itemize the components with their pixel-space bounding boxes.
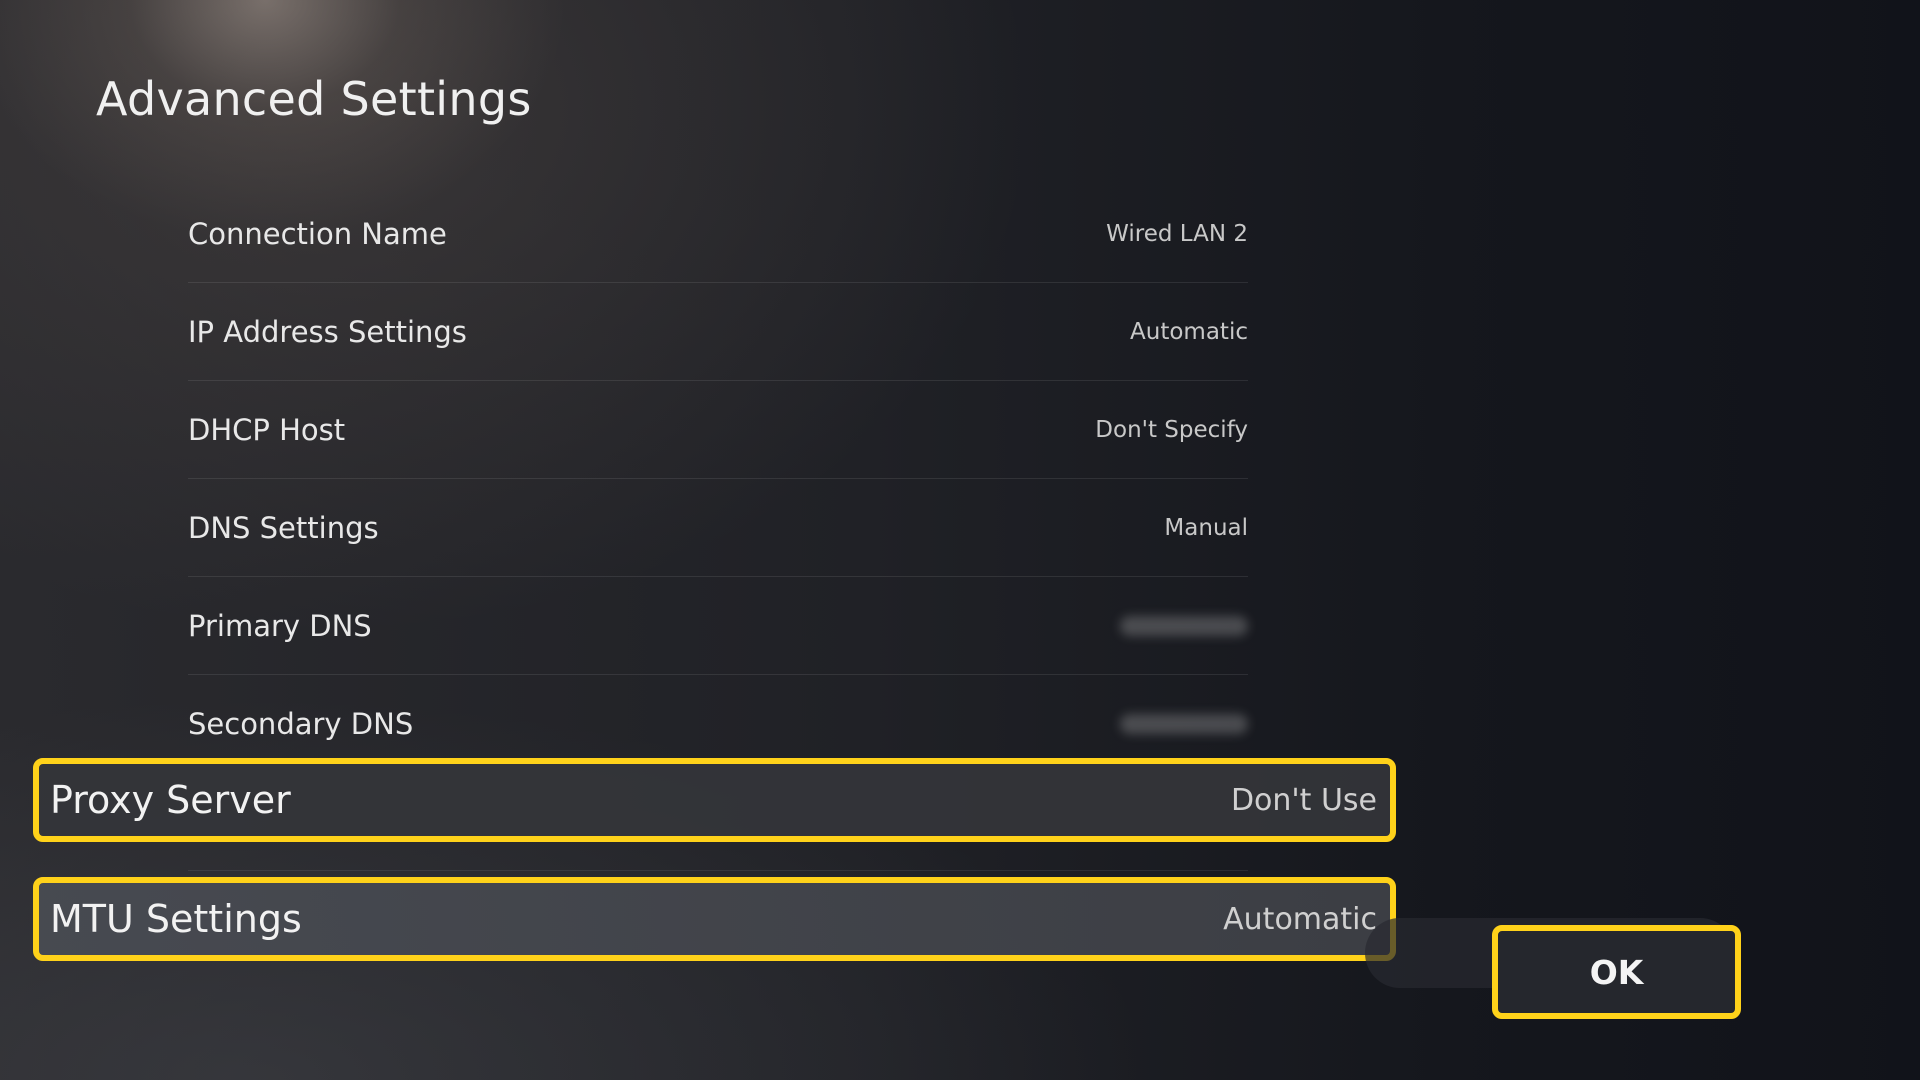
setting-row-primary-dns[interactable]: Primary DNS bbox=[188, 577, 1248, 675]
ok-button-label: OK bbox=[1589, 952, 1644, 992]
setting-label: DNS Settings bbox=[188, 510, 379, 545]
setting-value: Automatic bbox=[1223, 901, 1377, 937]
setting-value: Manual bbox=[1164, 514, 1248, 541]
setting-value: Don't Use bbox=[1230, 782, 1377, 818]
setting-value: Don't Specify bbox=[1095, 416, 1248, 443]
page-title: Advanced Settings bbox=[96, 72, 532, 126]
setting-label: Secondary DNS bbox=[188, 706, 414, 741]
setting-label: MTU Settings bbox=[50, 897, 302, 941]
setting-label: IP Address Settings bbox=[188, 314, 467, 349]
setting-row-mtu-settings[interactable]: MTU Settings Automatic bbox=[33, 877, 1396, 961]
setting-label: Primary DNS bbox=[188, 608, 372, 643]
setting-row-connection-name[interactable]: Connection Name Wired LAN 2 bbox=[188, 185, 1248, 283]
setting-value: Wired LAN 2 bbox=[1106, 220, 1248, 247]
settings-list: Connection Name Wired LAN 2 IP Address S… bbox=[188, 185, 1248, 772]
advanced-settings-screen: Advanced Settings Connection Name Wired … bbox=[0, 0, 1920, 1080]
setting-value: Automatic bbox=[1130, 318, 1248, 345]
divider bbox=[188, 870, 1248, 871]
setting-row-ip-address-settings[interactable]: IP Address Settings Automatic bbox=[188, 283, 1248, 381]
redacted-value bbox=[1120, 713, 1248, 734]
setting-row-dns-settings[interactable]: DNS Settings Manual bbox=[188, 479, 1248, 577]
setting-row-proxy-server[interactable]: Proxy Server Don't Use bbox=[33, 758, 1396, 842]
redacted-value bbox=[1120, 615, 1248, 636]
setting-label: Proxy Server bbox=[50, 778, 291, 822]
setting-row-dhcp-host[interactable]: DHCP Host Don't Specify bbox=[188, 381, 1248, 479]
setting-label: DHCP Host bbox=[188, 412, 346, 447]
ok-button[interactable]: OK bbox=[1492, 925, 1741, 1019]
setting-label: Connection Name bbox=[188, 216, 447, 251]
